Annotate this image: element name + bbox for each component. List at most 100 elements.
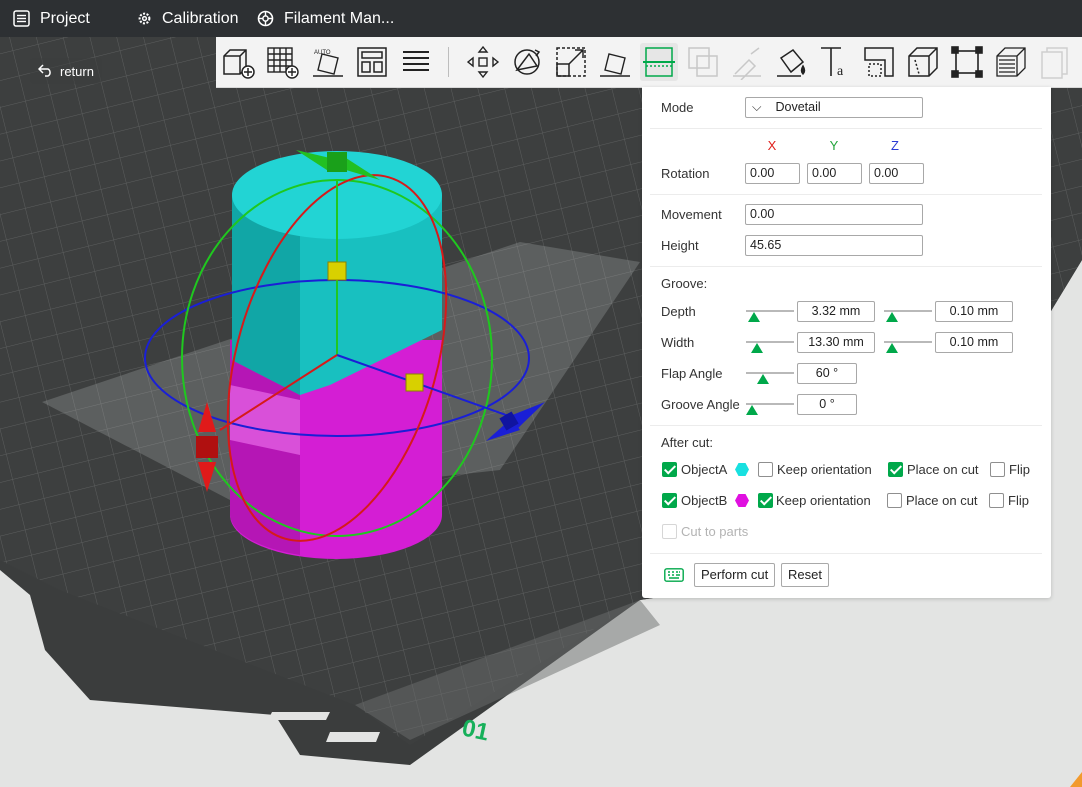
keep-orientation-label: Keep orientation [777, 462, 872, 477]
calibration-gear-icon [137, 11, 152, 26]
movement-label: Movement [661, 207, 722, 222]
mode-label: Mode [661, 100, 694, 115]
movement-input[interactable]: 0.00 [745, 204, 923, 225]
axis-z-label: Z [891, 138, 899, 153]
groove-heading: Groove: [661, 276, 708, 291]
calibration-label: Calibration [162, 9, 239, 27]
return-label: return [60, 63, 94, 79]
depth-slider[interactable] [746, 308, 794, 324]
divider [650, 128, 1042, 129]
object-b-place-on-cut-checkbox[interactable] [887, 493, 902, 508]
object-a-place-on-cut-checkbox[interactable] [888, 462, 903, 477]
object-b-label: ObjectB [681, 493, 728, 508]
project-icon [13, 10, 30, 27]
emboss-icon[interactable] [860, 43, 898, 81]
lay-on-face-icon[interactable] [596, 43, 634, 81]
assembly-icon[interactable] [948, 43, 986, 81]
support-paint-icon[interactable] [728, 43, 766, 81]
width-tolerance-input[interactable]: 0.10 mm [935, 332, 1013, 353]
fuzzy-skin-icon[interactable] [992, 43, 1030, 81]
cut-tool-panel: Mode ⌵ Dovetail X Y Z Rotation 0.00 0.00… [642, 87, 1051, 598]
flap-angle-input[interactable]: 60 ° [797, 363, 857, 384]
width-tolerance-slider[interactable] [884, 339, 932, 355]
object-a-flip-checkbox[interactable] [990, 462, 1005, 477]
arrange-icon[interactable] [353, 43, 391, 81]
cut-to-parts-checkbox[interactable] [662, 524, 677, 539]
after-cut-heading: After cut: [661, 435, 714, 450]
height-input[interactable]: 45.65 [745, 235, 923, 256]
chevron-down-icon: ⌵ [752, 100, 762, 114]
return-button[interactable]: return [30, 58, 102, 84]
groove-angle-slider[interactable] [746, 401, 794, 417]
place-on-cut-label: Place on cut [906, 493, 978, 508]
perform-cut-button[interactable]: Perform cut [694, 563, 776, 587]
flip-label: Flip [1008, 493, 1029, 508]
keyboard-shortcuts-icon[interactable] [664, 568, 684, 585]
depth-input[interactable]: 3.32 mm [797, 301, 875, 322]
rotation-y-input[interactable]: 0.00 [807, 163, 862, 184]
project-label: Project [40, 9, 90, 27]
reset-button[interactable]: Reset [781, 563, 829, 587]
object-a-keep-orientation-checkbox[interactable] [758, 462, 773, 477]
object-a-label: ObjectA [681, 462, 728, 477]
object-a-checkbox[interactable] [662, 462, 677, 477]
rotation-x-input[interactable]: 0.00 [745, 163, 800, 184]
object-b-flip-checkbox[interactable] [989, 493, 1004, 508]
calibration-tab[interactable]: Calibration [137, 0, 238, 37]
filament-spool-icon [257, 10, 274, 27]
main-toolbar: AUTO a [216, 37, 1082, 88]
filament-manager-tab[interactable]: Filament Man... [257, 0, 394, 37]
width-label: Width [661, 335, 695, 350]
object-b-checkbox[interactable] [662, 493, 677, 508]
top-menu-bar: Project Calibration Filament Man... [0, 0, 1082, 37]
object-b-keep-orientation-checkbox[interactable] [758, 493, 773, 508]
color-paint-icon[interactable] [772, 43, 810, 81]
axis-y-label: Y [829, 138, 839, 153]
cut-icon[interactable] [640, 43, 678, 81]
mesh-boolean-icon[interactable] [684, 43, 722, 81]
divider [650, 266, 1042, 267]
divider [650, 425, 1042, 426]
rotation-label: Rotation [661, 166, 710, 181]
rotate-icon[interactable] [508, 43, 546, 81]
keep-orientation-label: Keep orientation [776, 493, 871, 508]
depth-tolerance-input[interactable]: 0.10 mm [935, 301, 1013, 322]
flip-label: Flip [1009, 462, 1030, 477]
project-tab[interactable]: Project [13, 0, 90, 37]
cut-to-parts-label: Cut to parts [681, 524, 749, 539]
depth-label: Depth [661, 304, 696, 319]
place-on-cut-label: Place on cut [907, 462, 979, 477]
axis-x-label: X [767, 138, 777, 153]
scale-icon[interactable] [552, 43, 590, 81]
svg-text:a: a [837, 64, 844, 79]
width-slider[interactable] [746, 339, 794, 355]
object-b-color-swatch [735, 494, 749, 507]
z-move-handle[interactable] [327, 261, 347, 281]
flap-angle-label: Flap Angle [661, 366, 723, 381]
toolbar-separator [448, 47, 449, 77]
filament-manager-label: Filament Man... [284, 9, 395, 27]
divider [650, 553, 1042, 554]
text-icon[interactable]: a [816, 43, 854, 81]
auto-orient-icon[interactable]: AUTO [309, 43, 347, 81]
depth-tolerance-slider[interactable] [884, 308, 932, 324]
groove-angle-input[interactable]: 0 ° [797, 394, 857, 415]
divider [650, 194, 1042, 195]
mode-select[interactable]: ⌵ Dovetail [745, 97, 923, 118]
add-plate-icon[interactable] [263, 43, 301, 81]
layers-icon[interactable] [397, 43, 435, 81]
svg-text:AUTO: AUTO [314, 50, 331, 56]
plane-handle[interactable] [405, 373, 424, 392]
move-icon[interactable] [464, 43, 502, 81]
object-a-color-swatch [735, 463, 749, 476]
rotation-z-input[interactable]: 0.00 [869, 163, 924, 184]
measure-icon[interactable] [904, 43, 942, 81]
mode-value: Dovetail [775, 100, 821, 114]
width-input[interactable]: 13.30 mm [797, 332, 875, 353]
groove-angle-label: Groove Angle [661, 397, 740, 412]
add-object-icon[interactable] [219, 43, 257, 81]
height-label: Height [661, 238, 699, 253]
flap-angle-slider[interactable] [746, 370, 794, 386]
variable-layer-icon[interactable] [1036, 43, 1074, 81]
plate-number: 01 [460, 715, 492, 747]
